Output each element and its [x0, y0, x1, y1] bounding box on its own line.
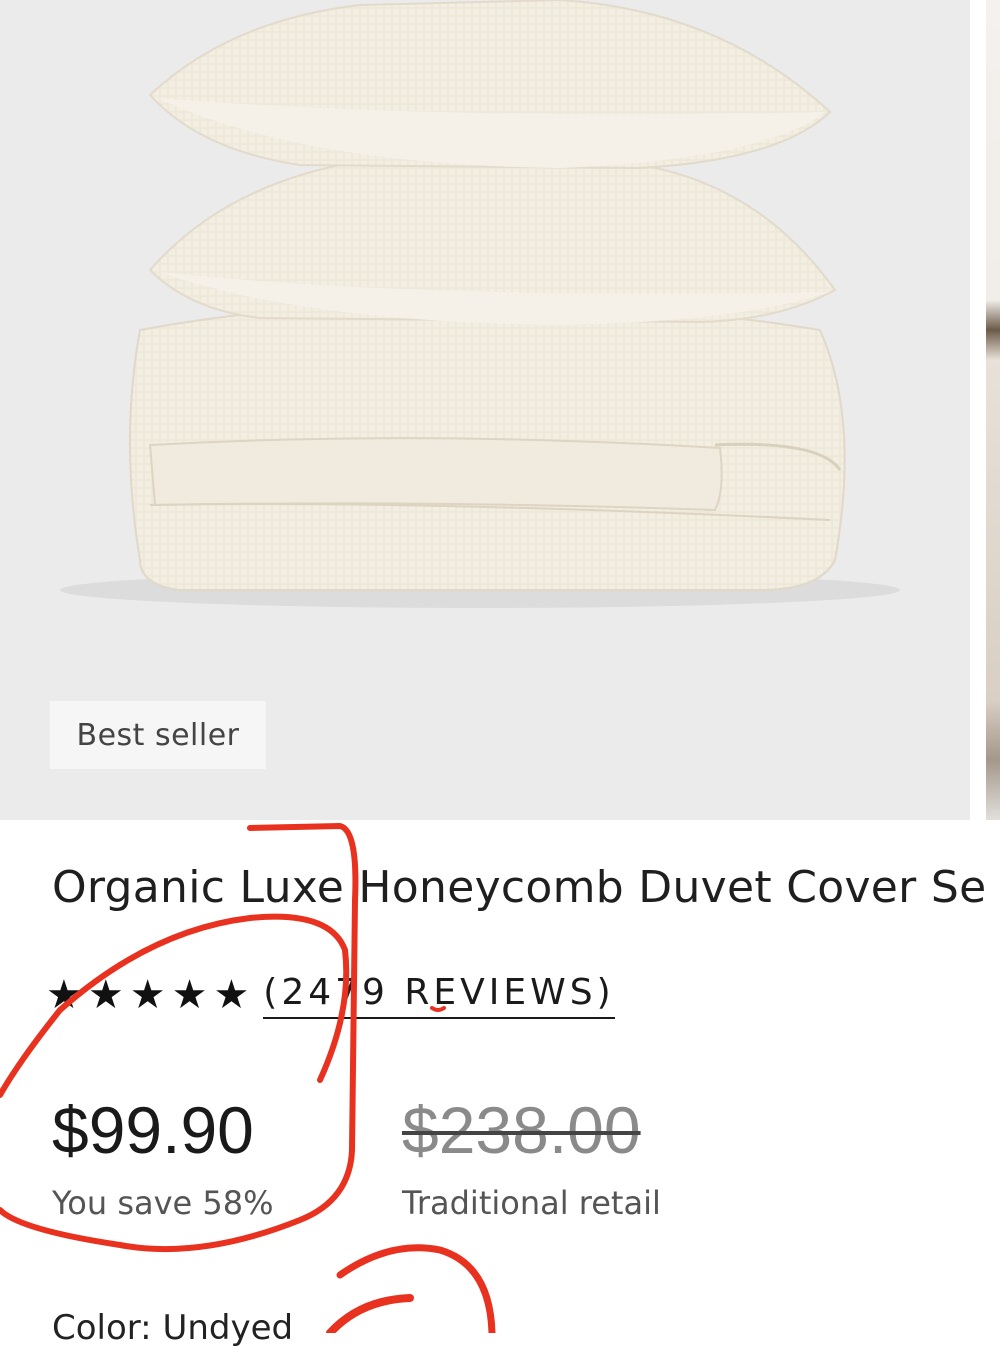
retail-price: $238.00 — [402, 1093, 641, 1167]
product-title: Organic Luxe Honeycomb Duvet Cover Se — [52, 862, 987, 913]
product-image[interactable]: Best seller — [0, 0, 970, 820]
star-rating: ★ ★ ★ ★ ★ — [46, 975, 249, 1015]
sale-price: $99.90 — [52, 1093, 254, 1167]
color-value: Undyed — [162, 1308, 294, 1348]
rating-row: ★ ★ ★ ★ ★ (2479 REVIEWS) — [46, 970, 615, 1020]
star-icon: ★ — [171, 972, 208, 1018]
color-label: Color: — [52, 1308, 152, 1348]
color-selector-label: Color: Undyed — [52, 1308, 293, 1348]
retail-label: Traditional retail — [402, 1184, 661, 1222]
star-icon: ★ — [213, 972, 250, 1018]
star-icon: ★ — [129, 972, 166, 1018]
next-image-thumbnail[interactable] — [986, 0, 1000, 820]
star-icon: ★ — [87, 972, 124, 1018]
best-seller-badge: Best seller — [50, 701, 266, 769]
duvet-set-photo — [60, 0, 900, 608]
star-icon: ★ — [46, 972, 82, 1018]
savings-text: You save 58% — [52, 1184, 274, 1222]
reviews-link[interactable]: (2479 REVIEWS) — [263, 972, 615, 1019]
